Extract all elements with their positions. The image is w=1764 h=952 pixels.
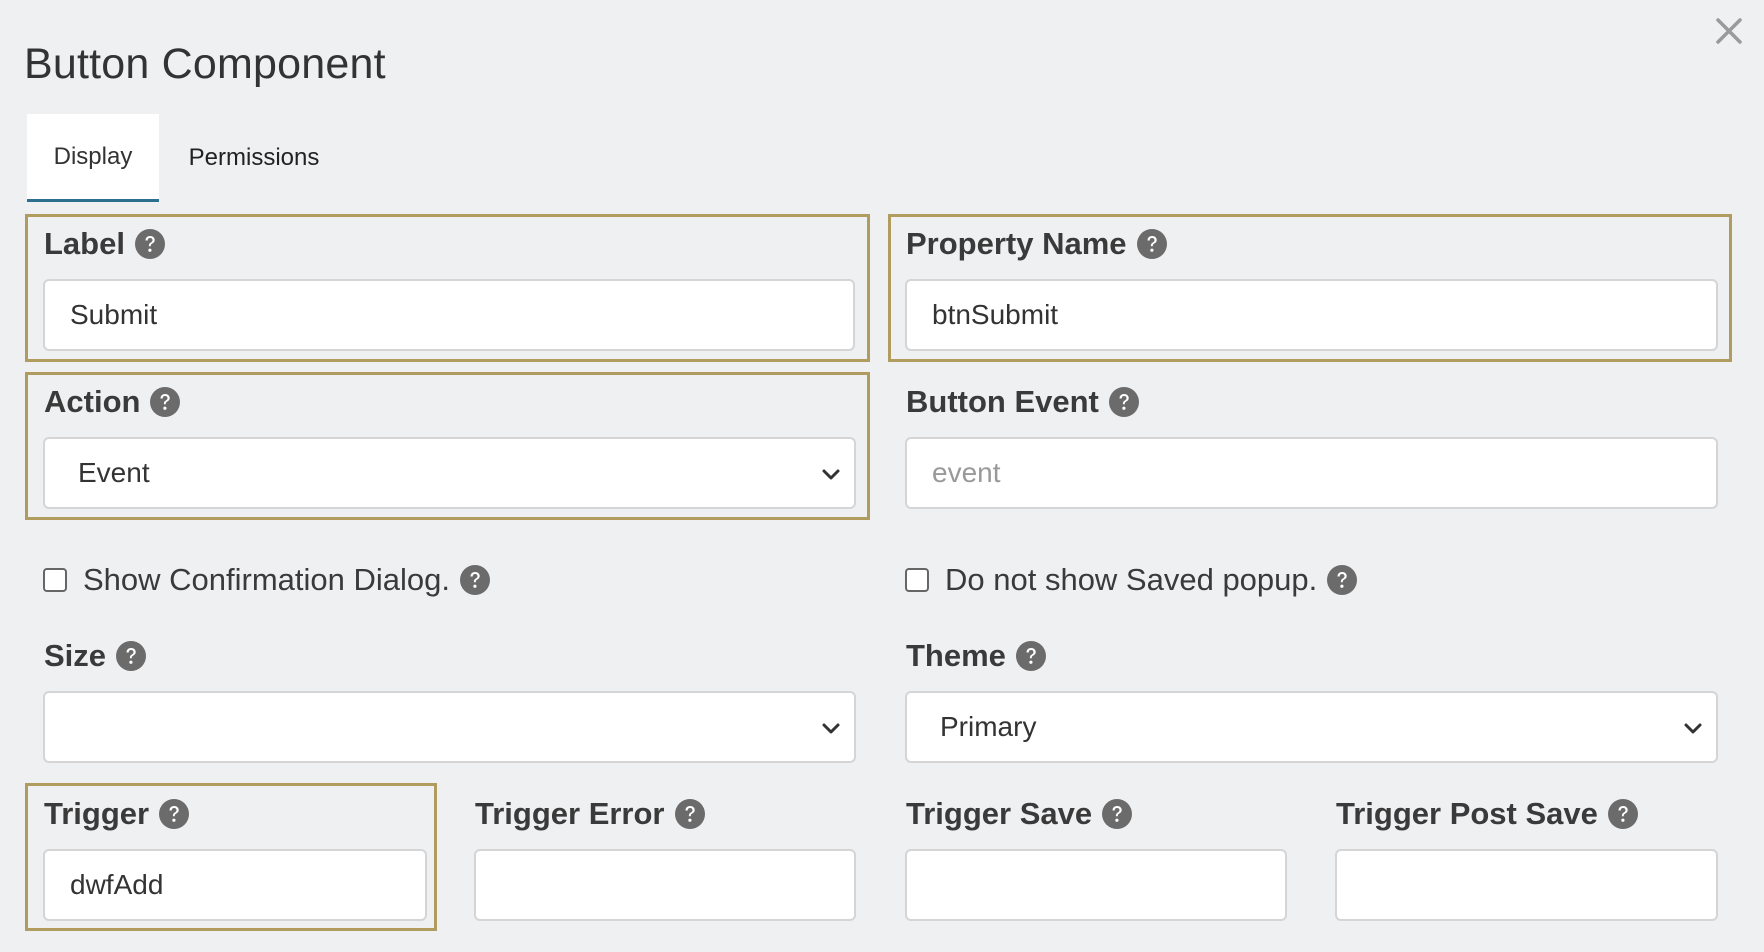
trigger-input[interactable] [43, 849, 427, 921]
question-circle-icon[interactable] [1102, 799, 1133, 829]
tab-permissions[interactable]: Permissions [159, 114, 349, 202]
question-circle-icon[interactable] [150, 387, 181, 417]
tab-permissions-label: Permissions [188, 144, 320, 171]
theme-field-label: Theme [906, 638, 1046, 674]
action-select-value: Event [78, 457, 150, 488]
label-field-label: Label [44, 226, 165, 262]
trigger-field-label: Trigger [44, 796, 190, 832]
question-circle-icon[interactable] [1015, 641, 1046, 671]
no-saved-popup-row: Do not show Saved popup. [905, 562, 1358, 598]
chevron-down-icon [820, 717, 842, 739]
show-confirmation-checkbox[interactable] [43, 568, 67, 592]
chevron-down-icon [1682, 717, 1704, 739]
tab-bar: Display Permissions [27, 114, 349, 204]
trigger-save-field-label: Trigger Save [906, 796, 1133, 832]
tab-display-label: Display [53, 142, 133, 170]
close-icon [1712, 14, 1746, 48]
question-circle-icon[interactable] [674, 799, 705, 829]
trigger-error-field-label: Trigger Error [475, 796, 705, 832]
button-event-field-label: Button Event [906, 384, 1139, 420]
button-event-input[interactable] [905, 437, 1718, 509]
label-input[interactable] [43, 279, 855, 351]
show-confirmation-label: Show Confirmation Dialog. [83, 562, 451, 597]
question-circle-icon[interactable] [460, 565, 491, 595]
trigger-post-save-field-label: Trigger Post Save [1336, 796, 1638, 832]
question-circle-icon[interactable] [134, 229, 165, 259]
action-select[interactable]: Event [43, 437, 856, 509]
show-confirmation-row: Show Confirmation Dialog. [43, 562, 491, 598]
size-select[interactable] [43, 691, 856, 763]
no-saved-popup-checkbox[interactable] [905, 568, 929, 592]
question-circle-icon[interactable] [1136, 229, 1167, 259]
trigger-save-input[interactable] [905, 849, 1287, 921]
chevron-down-icon [820, 463, 842, 485]
size-field-label: Size [44, 638, 147, 674]
theme-select[interactable]: Primary [905, 691, 1718, 763]
trigger-error-input[interactable] [474, 849, 856, 921]
theme-select-value: Primary [940, 711, 1037, 742]
property-name-input[interactable] [905, 279, 1718, 351]
question-circle-icon[interactable] [116, 641, 147, 671]
action-field-label: Action [44, 384, 181, 420]
tab-display[interactable]: Display [27, 114, 159, 202]
question-circle-icon[interactable] [1607, 799, 1638, 829]
dialog-title: Button Component [24, 40, 386, 88]
trigger-post-save-input[interactable] [1335, 849, 1718, 921]
question-circle-icon[interactable] [1327, 565, 1358, 595]
property-name-field-label: Property Name [906, 226, 1167, 262]
close-button[interactable] [1712, 14, 1746, 48]
no-saved-popup-label: Do not show Saved popup. [945, 562, 1318, 597]
question-circle-icon[interactable] [159, 799, 190, 829]
question-circle-icon[interactable] [1108, 387, 1139, 417]
